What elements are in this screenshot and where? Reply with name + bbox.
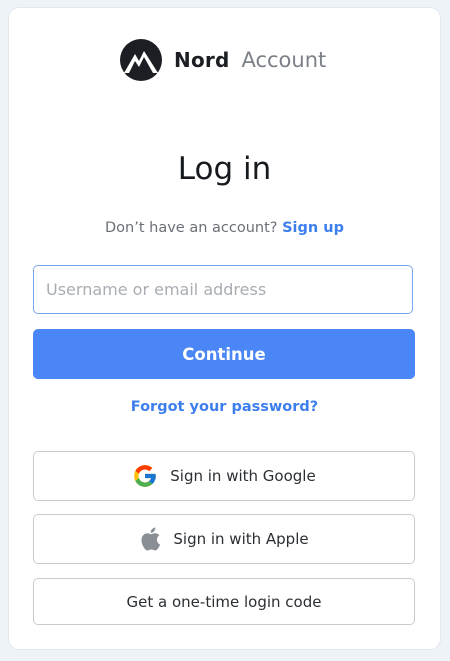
- signup-prompt-line: Don’t have an account? Sign up: [9, 220, 440, 236]
- signup-prompt: Don’t have an account?: [105, 220, 278, 236]
- username-input[interactable]: [33, 265, 413, 314]
- apple-button-label: Sign in with Apple: [173, 530, 309, 548]
- brand-product: Account: [241, 48, 327, 72]
- apple-icon: [139, 527, 161, 551]
- nord-logo-icon: [120, 39, 162, 81]
- login-card: Nord Account Log in Don’t have an accoun…: [9, 8, 440, 649]
- brand-name: Nord: [174, 48, 230, 72]
- one-time-code-label: Get a one-time login code: [126, 592, 322, 611]
- continue-button[interactable]: Continue: [33, 329, 415, 379]
- google-button-label: Sign in with Google: [170, 467, 316, 485]
- continue-button-label: Continue: [182, 344, 266, 364]
- google-icon: [132, 463, 158, 489]
- signup-link[interactable]: Sign up: [282, 220, 344, 236]
- forgot-password-link[interactable]: Forgot your password?: [9, 399, 440, 415]
- one-time-code-button[interactable]: Get a one-time login code: [33, 578, 415, 625]
- sign-in-google-button[interactable]: Sign in with Google: [33, 451, 415, 501]
- page-title: Log in: [177, 151, 272, 187]
- brand-logo: Nord Account: [120, 39, 326, 81]
- sign-in-apple-button[interactable]: Sign in with Apple: [33, 514, 415, 564]
